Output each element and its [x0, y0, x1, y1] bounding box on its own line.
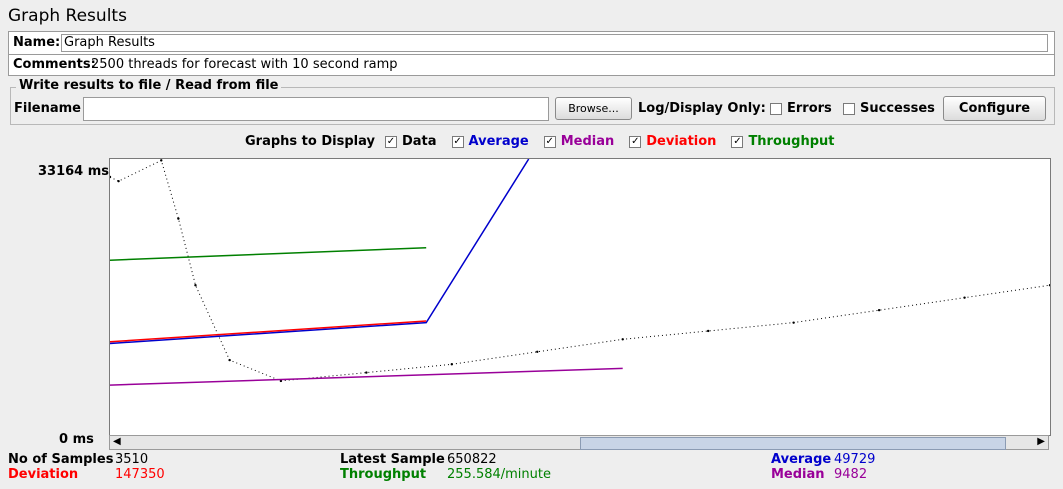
latest-sample-value: 650822	[447, 452, 497, 467]
median-toggle-label: Median	[560, 134, 615, 149]
deviation-checkbox[interactable]: ✓	[629, 135, 642, 148]
graph-area	[108, 158, 1052, 436]
deviation-stat-label: Deviation	[8, 467, 79, 482]
data-point	[1048, 283, 1052, 287]
samples-label: No of Samples	[8, 452, 114, 467]
results-graph	[108, 158, 1052, 386]
file-panel-legend: Write results to file / Read from file	[16, 78, 282, 93]
average-stat-value: 49729	[834, 452, 876, 467]
data-point	[365, 371, 368, 374]
data-series-line	[109, 159, 1051, 382]
data-checkbox[interactable]: ✓	[384, 135, 397, 148]
errors-checkbox[interactable]	[770, 103, 782, 115]
data-point	[877, 308, 881, 312]
name-label: Name:	[13, 35, 61, 50]
horizontal-scrollbar[interactable]: ◀ ▶	[109, 435, 1049, 450]
scrollbar-thumb[interactable]	[580, 437, 1006, 450]
median-stat-value: 9482	[834, 467, 868, 482]
graphs-to-display: Graphs to Display ✓ Data ✓ Average ✓ Med…	[245, 134, 835, 149]
deviation-stat-value: 147350	[115, 467, 165, 482]
filename-input[interactable]	[83, 97, 549, 121]
data-point	[706, 329, 710, 333]
latest-sample-label: Latest Sample	[340, 452, 445, 467]
name-input[interactable]: Graph Results	[61, 34, 1048, 52]
successes-checkbox[interactable]	[843, 103, 855, 115]
successes-label: Successes	[860, 101, 935, 116]
throughput-stat-label: Throughput	[340, 467, 427, 482]
throughput-toggle-label: Throughput	[748, 134, 835, 149]
filename-label: Filename	[14, 101, 81, 116]
average-stat-label: Average	[771, 452, 832, 467]
deviation-series-line	[109, 320, 427, 343]
configure-button[interactable]: Configure	[943, 96, 1046, 121]
throughput-checkbox[interactable]: ✓	[731, 135, 744, 148]
scroll-right-icon[interactable]: ▶	[1037, 436, 1045, 447]
data-toggle-label: Data	[401, 134, 437, 149]
samples-value: 3510	[115, 452, 149, 467]
data-point	[536, 350, 539, 353]
comments-row[interactable]: Comments: 2500 threads for forecast with…	[8, 54, 1055, 76]
median-series-line	[109, 367, 623, 386]
browse-button[interactable]: Browse...	[555, 97, 632, 120]
data-point	[194, 283, 197, 287]
comments-label: Comments:	[13, 57, 96, 72]
throughput-stat-value: 255.584/minute	[447, 467, 551, 482]
name-input-value: Graph Results	[64, 35, 155, 50]
deviation-toggle-label: Deviation	[646, 134, 717, 149]
comments-value: 2500 threads for forecast with 10 second…	[91, 57, 398, 72]
page-title: Graph Results	[8, 6, 127, 26]
errors-label: Errors	[787, 101, 832, 116]
graphs-to-display-label: Graphs to Display	[245, 134, 375, 149]
name-row: Name: Graph Results	[8, 31, 1055, 55]
throughput-series-line	[109, 246, 427, 261]
median-checkbox[interactable]: ✓	[543, 135, 556, 148]
average-toggle-label: Average	[468, 134, 529, 149]
median-stat-label: Median	[771, 467, 825, 482]
scroll-left-icon[interactable]: ◀	[113, 436, 121, 447]
average-checkbox[interactable]: ✓	[451, 135, 464, 148]
y-min-label: 0 ms	[59, 432, 94, 447]
log-display-label: Log/Display Only:	[638, 101, 766, 116]
y-max-label: 33164 ms	[38, 164, 110, 179]
